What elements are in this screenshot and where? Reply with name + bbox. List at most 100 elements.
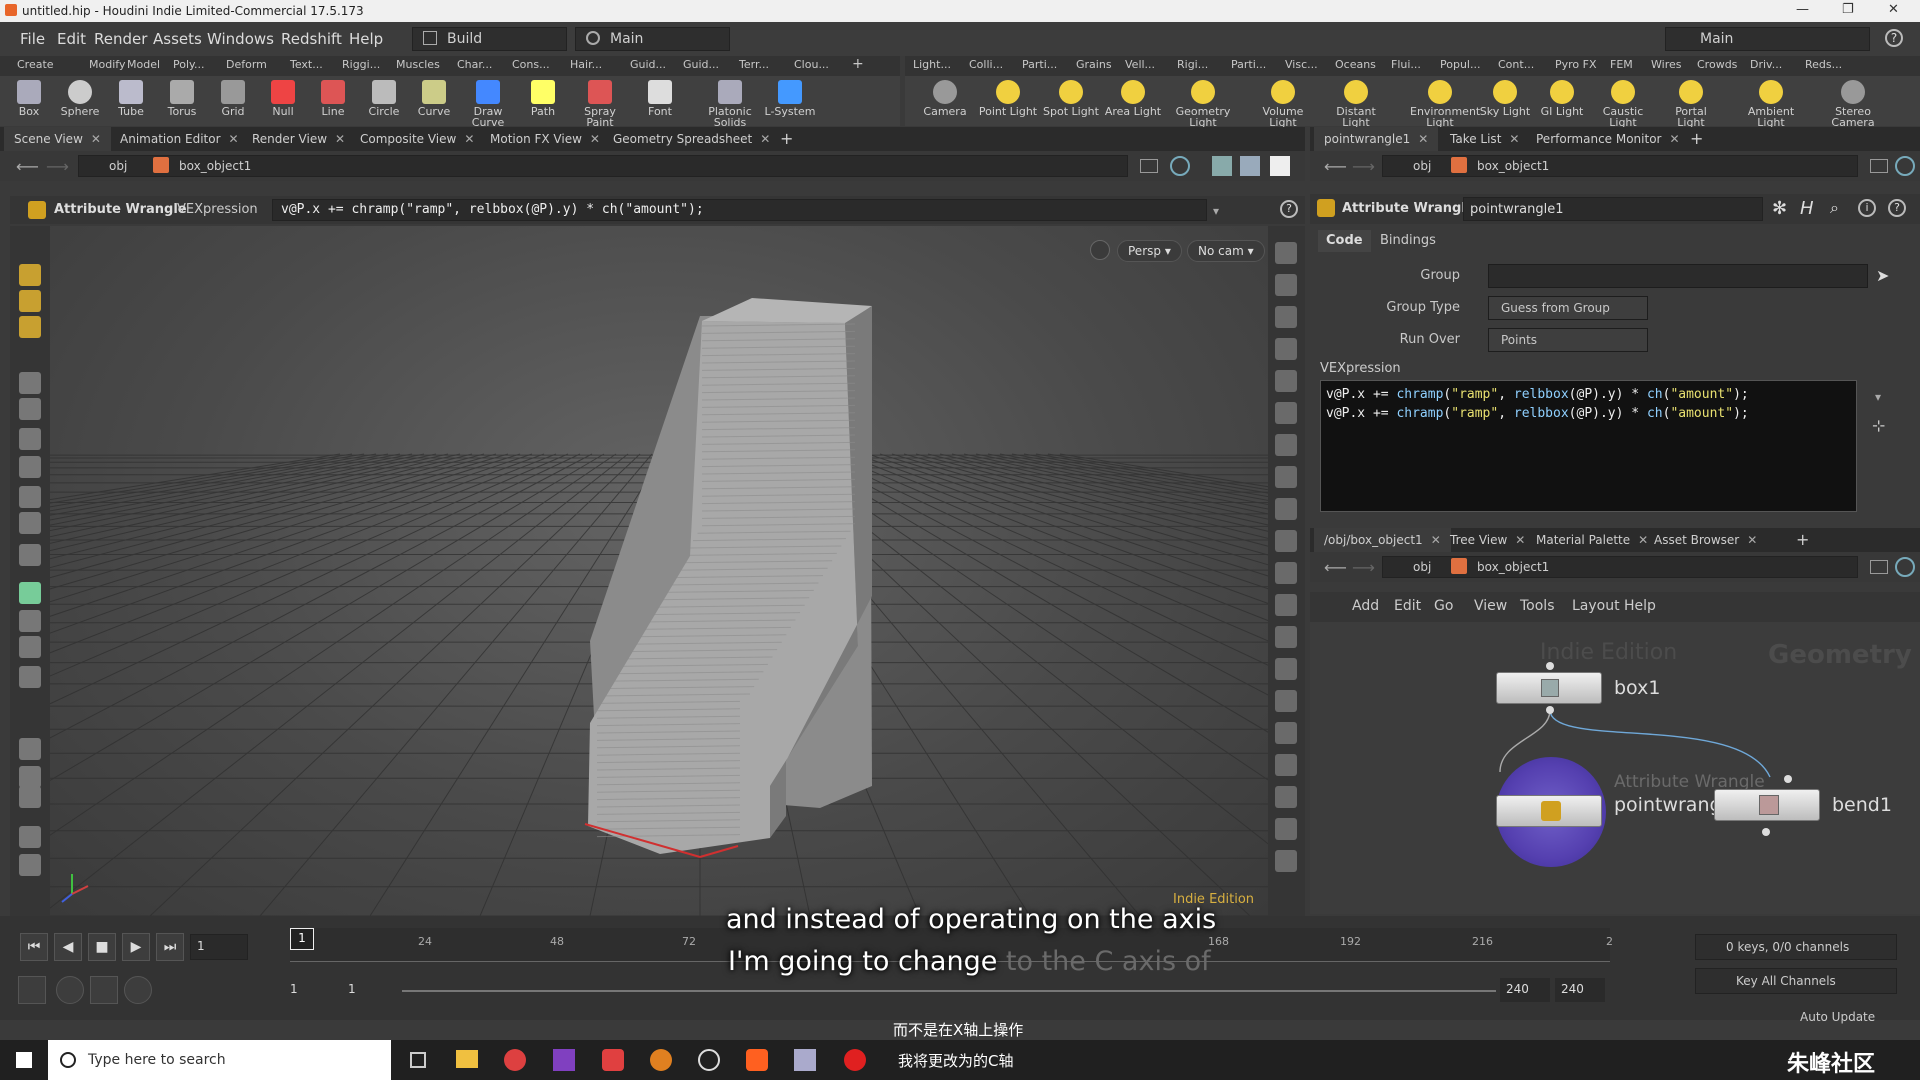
desktop-dropdown[interactable]: Build [412, 27, 567, 51]
shelfset-dropdown[interactable]: Main [575, 27, 730, 51]
tab-code[interactable]: Code [1318, 230, 1371, 252]
camera-menu[interactable]: No cam ▾ [1187, 240, 1265, 262]
shelf-tab-0-create[interactable]: Create [17, 58, 54, 71]
magnet2-icon[interactable] [19, 738, 41, 760]
tab-close-icon[interactable]: ✕ [335, 132, 345, 146]
record-icon[interactable] [844, 1049, 866, 1071]
stop-button[interactable]: ■ [88, 933, 116, 961]
select-arrow-icon[interactable]: ➤ [1876, 266, 1889, 285]
global-anim-icon[interactable] [18, 976, 46, 1004]
background-icon[interactable] [1270, 156, 1290, 176]
menu-assets[interactable]: Assets [153, 30, 202, 48]
info-icon[interactable]: i [1858, 199, 1876, 217]
shelf-tab-r-0-light[interactable]: Light... [913, 58, 951, 71]
pin-icon[interactable] [1140, 159, 1158, 173]
tab-bindings[interactable]: Bindings [1372, 230, 1444, 252]
op-expression-field[interactable]: v@P.x += chramp("ramp", relbbox(@P).y) *… [272, 199, 1207, 221]
tool-l-system[interactable]: L-System [760, 76, 820, 117]
tool-distant-light[interactable]: Distant Light [1326, 76, 1386, 128]
app-icon[interactable] [553, 1049, 575, 1071]
viewport-tool-11-icon[interactable] [1275, 562, 1297, 584]
code-line-2[interactable]: v@P.x += chramp("ramp", relbbox(@P).y) *… [1326, 404, 1851, 423]
explorer-icon[interactable] [456, 1050, 478, 1068]
clock-icon[interactable] [124, 976, 152, 1004]
pose-icon[interactable] [19, 544, 41, 566]
settings-gear-icon[interactable]: ✻ [1772, 198, 1787, 219]
unity-icon[interactable] [698, 1049, 720, 1071]
add-param-tab-icon[interactable]: + [1680, 127, 1713, 151]
range-end[interactable]: 240 [1500, 978, 1550, 1002]
shelf-tab-14-clou[interactable]: Clou... [794, 58, 829, 71]
menu-render[interactable]: Render [94, 30, 147, 48]
viewport-tool-8-icon[interactable] [1275, 466, 1297, 488]
tool-spot-light[interactable]: Spot Light [1041, 76, 1101, 117]
shelf-tab-r-9-flui[interactable]: Flui... [1391, 58, 1421, 71]
tab-performance-monitor[interactable]: Performance Monitor ✕ [1526, 127, 1690, 151]
param-search-icon[interactable]: ⌕ [1830, 198, 1839, 218]
menu-windows[interactable]: Windows [207, 30, 274, 48]
lock-camera-icon[interactable] [1090, 240, 1110, 260]
net-menu-tools[interactable]: Tools [1520, 598, 1555, 614]
net-menu-help[interactable]: Help [1624, 598, 1656, 614]
net-menu-go[interactable]: Go [1434, 598, 1453, 614]
component-select-icon[interactable] [19, 290, 41, 312]
create-spare-icon[interactable]: ⊹ [1872, 416, 1885, 435]
scale-icon[interactable] [19, 486, 41, 508]
tool-draw-curve[interactable]: Draw Curve [458, 76, 518, 128]
sphere-tool-icon[interactable] [19, 854, 41, 876]
tool-environment-light[interactable]: Environment Light [1410, 76, 1480, 128]
snap-icon[interactable] [19, 636, 41, 658]
right-shelfset-dropdown[interactable]: Main [1665, 27, 1870, 51]
snap2-icon[interactable] [19, 666, 41, 688]
menu-redshift[interactable]: Redshift [281, 30, 342, 48]
net-menu-edit[interactable]: Edit [1394, 598, 1421, 614]
link-icon[interactable] [1170, 156, 1190, 176]
range-end-2[interactable]: 240 [1555, 978, 1605, 1002]
tool-ambient-light[interactable]: Ambient Light [1741, 76, 1801, 128]
tab-pointwrangle1[interactable]: pointwrangle1 ✕ [1314, 127, 1439, 151]
code-dropdown-icon[interactable]: ▾ [1875, 390, 1881, 404]
wheel-icon[interactable] [19, 766, 41, 788]
viewport-tool-9-icon[interactable] [1275, 498, 1297, 520]
realtime-icon[interactable] [90, 976, 118, 1004]
frame-field[interactable]: 1 [190, 934, 248, 960]
paint-icon[interactable] [19, 826, 41, 848]
group-type-menu[interactable]: Guess from Group [1488, 296, 1648, 320]
run-over-menu[interactable]: Points [1488, 328, 1648, 352]
tool-font[interactable]: Font [630, 76, 690, 117]
tab-animation-editor[interactable]: Animation Editor ✕ [110, 127, 249, 151]
auto-update[interactable]: Auto Update [1800, 1010, 1875, 1024]
viewport-tool-14-icon[interactable] [1275, 658, 1297, 680]
tab-material-palette[interactable]: Material Palette ✕ [1526, 528, 1658, 552]
viewport-tool-5-icon[interactable] [1275, 370, 1297, 392]
poly-select-icon[interactable] [19, 316, 41, 338]
shelf-tab-r-4-vell[interactable]: Vell... [1125, 58, 1155, 71]
tab-render-view[interactable]: Render View ✕ [242, 127, 355, 151]
back-arrow-icon[interactable]: ⟵ [16, 157, 39, 176]
shelf-tab-r-7-visc[interactable]: Visc... [1285, 58, 1318, 71]
viewport-tool-18-icon[interactable] [1275, 786, 1297, 808]
tab-close-icon[interactable]: ✕ [91, 132, 101, 146]
shelf-tab-6-riggi[interactable]: Riggi... [342, 58, 380, 71]
help-h-icon[interactable]: H [1800, 198, 1814, 219]
op-help-icon[interactable]: ? [1280, 200, 1298, 218]
viewport-tool-12-icon[interactable] [1275, 594, 1297, 616]
tool-platonic-solids[interactable]: Platonic Solids [700, 76, 760, 128]
shelf-tab-r-13-fem[interactable]: FEM [1610, 58, 1633, 71]
viewport-tool-1-icon[interactable] [1275, 242, 1297, 264]
task-view-icon[interactable] [410, 1052, 426, 1068]
net-path-field[interactable]: obj box_object1 [1382, 556, 1858, 578]
viewport-tool-19-icon[interactable] [1275, 818, 1297, 840]
code-line-1[interactable]: v@P.x += chramp("ramp", relbbox(@P).y) *… [1326, 385, 1851, 404]
viewport-tool-16-icon[interactable] [1275, 722, 1297, 744]
tool-sky-light[interactable]: Sky Light [1475, 76, 1535, 117]
audio-icon[interactable] [56, 976, 84, 1004]
viewport-tool-13-icon[interactable] [1275, 626, 1297, 648]
tool-portal-light[interactable]: Portal Light [1661, 76, 1721, 128]
shelf-tab-r-15-crowds[interactable]: Crowds [1697, 58, 1737, 71]
shelf-tab-7-muscles[interactable]: Muscles [396, 58, 440, 71]
shelf-tab-3-poly[interactable]: Poly... [173, 58, 204, 71]
shelf-tab-4-deform[interactable]: Deform [226, 58, 267, 71]
net-menu-view[interactable]: View [1474, 598, 1507, 614]
tool-stereo-camera[interactable]: Stereo Camera [1823, 76, 1883, 128]
